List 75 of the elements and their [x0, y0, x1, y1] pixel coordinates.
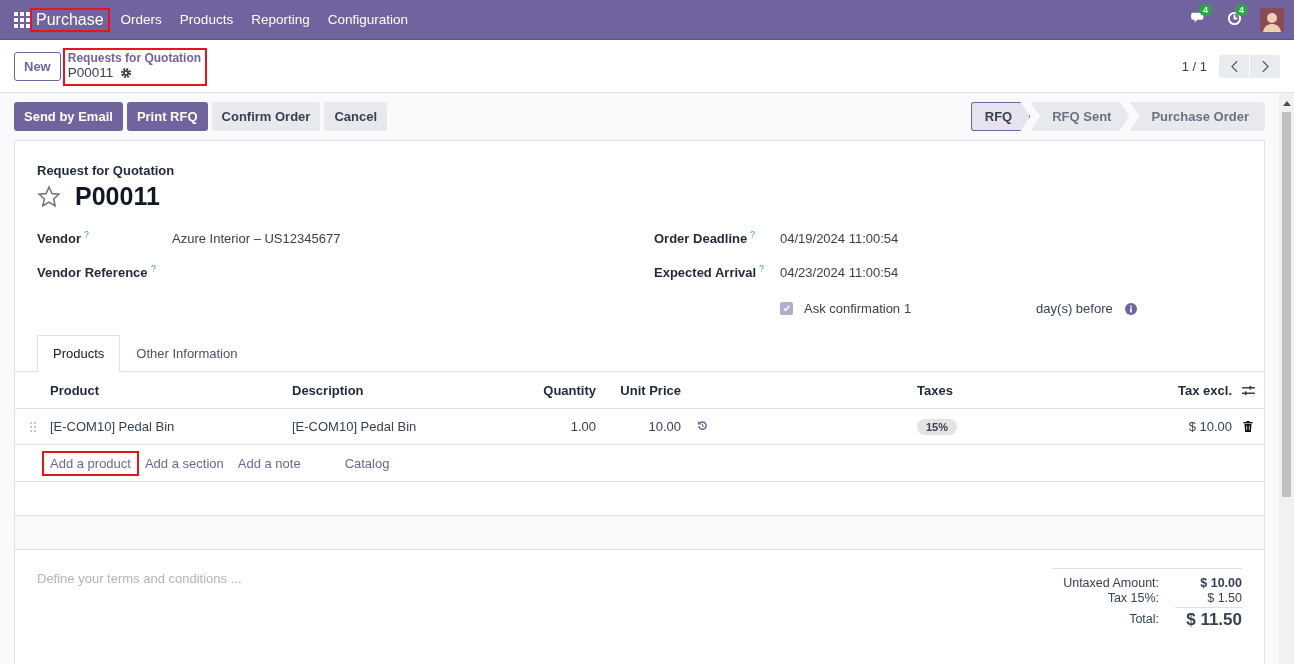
checkbox[interactable]: [780, 302, 793, 315]
menu-item[interactable]: Orders: [111, 12, 171, 27]
add-link[interactable]: Add a product: [44, 452, 137, 474]
table-cell-text: 10.00: [647, 419, 681, 434]
action-button[interactable]: Send by Email: [14, 102, 123, 131]
apps-menu-icon[interactable]: [14, 11, 30, 28]
column-header[interactable]: Product: [50, 382, 292, 398]
count-badge: 4: [1235, 3, 1248, 16]
total-value: $ 1.50: [1206, 591, 1242, 606]
total-value: $ 11.50: [1175, 607, 1242, 631]
total-label: Untaxed Amount:: [1062, 575, 1160, 590]
status-step[interactable]: RFQ Sent: [1030, 102, 1130, 131]
help-icon: [750, 231, 756, 238]
checkbox-label: Ask confirmation: [804, 301, 901, 316]
previous-button[interactable]: [1219, 54, 1249, 78]
tax-tag: 15%: [917, 418, 958, 435]
column-header[interactable]: Unit Price: [596, 382, 681, 398]
field-value[interactable]: 04/23/2024 11:00:54: [780, 265, 899, 299]
total-label: Total:: [1128, 611, 1160, 626]
help-icon: [150, 265, 156, 272]
tab[interactable]: Other Information: [120, 335, 254, 372]
menu-item[interactable]: Reporting: [242, 12, 319, 27]
tab[interactable]: Products: [37, 335, 121, 372]
info-icon[interactable]: [1124, 302, 1137, 315]
drag-handle-icon[interactable]: [29, 421, 36, 432]
next-icon: [1261, 59, 1269, 73]
record-name: P00011: [67, 65, 114, 80]
check-icon: [782, 304, 791, 313]
field-value[interactable]: Azure Interior – US12345677: [172, 231, 341, 265]
column-settings-icon[interactable]: [1241, 384, 1255, 396]
star-icon[interactable]: [37, 184, 61, 209]
status-step[interactable]: RFQ: [970, 102, 1031, 131]
gear-icon[interactable]: [120, 66, 133, 79]
column-header[interactable]: Tax excl.: [1101, 382, 1232, 398]
field-label: Expected Arrival: [654, 265, 780, 299]
table-cell-text: [E-COM10] Pedal Bin: [50, 419, 176, 434]
breadcrumb-link[interactable]: Requests for Quotation: [67, 51, 202, 65]
app-name[interactable]: Purchase: [32, 9, 108, 30]
add-link[interactable]: Catalog: [338, 452, 396, 474]
menu-item[interactable]: Configuration: [318, 12, 417, 27]
field-label: Order Deadline: [654, 231, 780, 265]
new-button[interactable]: New: [14, 51, 61, 81]
status-step[interactable]: Purchase Order: [1129, 102, 1265, 131]
previous-icon: [1230, 59, 1238, 73]
field-label: day(s) before: [1036, 301, 1113, 316]
field-label: Vendor Reference: [37, 265, 172, 299]
scrollbar[interactable]: [1282, 101, 1291, 497]
history-icon[interactable]: [697, 420, 708, 431]
add-link[interactable]: Add a note: [231, 452, 307, 474]
table-cell-text: $ 10.00: [1187, 419, 1232, 434]
help-icon: [84, 231, 90, 238]
pager-value: 1 / 1: [1181, 58, 1207, 74]
count-badge: 4: [1199, 4, 1212, 16]
field-value[interactable]: 04/19/2024 11:00:54: [780, 231, 899, 265]
action-button[interactable]: Confirm Order: [211, 102, 321, 131]
table-cell-text: 1.00: [569, 419, 596, 434]
table-cell-text: [E-COM10] Pedal Bin: [292, 419, 418, 434]
trash-icon[interactable]: [1243, 421, 1253, 432]
column-header[interactable]: Description: [292, 382, 492, 398]
action-button[interactable]: Print RFQ: [126, 102, 208, 131]
record-title: P00011: [75, 182, 160, 211]
next-button[interactable]: [1250, 54, 1280, 78]
scroll-up-icon[interactable]: [1282, 101, 1291, 106]
menu-item[interactable]: Products: [170, 12, 243, 27]
avatar-icon[interactable]: [1260, 7, 1284, 32]
field-label: Vendor: [37, 231, 172, 265]
form-subtitle: Request for Quotation: [37, 163, 176, 178]
column-header[interactable]: Taxes: [906, 382, 1101, 398]
days-field[interactable]: 1: [904, 301, 1037, 316]
total-label: Tax 15%:: [1106, 591, 1160, 606]
add-link[interactable]: Add a section: [138, 452, 230, 474]
total-value: $ 10.00: [1199, 575, 1242, 590]
action-button[interactable]: Cancel: [324, 102, 388, 131]
help-icon: [759, 265, 765, 272]
column-header[interactable]: Quantity: [492, 382, 596, 398]
